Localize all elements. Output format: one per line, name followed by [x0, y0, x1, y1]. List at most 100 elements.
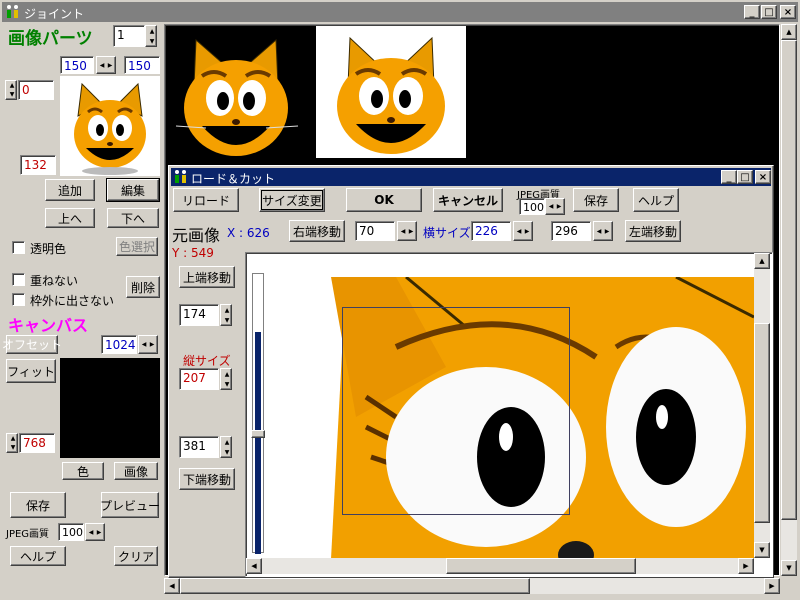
vertical-range-slider[interactable] [251, 273, 265, 554]
scroll-up-icon[interactable]: ▲ [754, 253, 770, 269]
add-button[interactable]: 追加 [45, 179, 95, 201]
width-size-spinner[interactable]: ◀ ▶ [513, 221, 533, 241]
part-x-field[interactable]: 0 [18, 80, 54, 100]
part-y-field[interactable]: 132 [20, 155, 56, 175]
scroll-thumb[interactable] [446, 558, 636, 574]
scroll-left-icon[interactable]: ◀ [164, 578, 180, 594]
preview-button[interactable]: プレビュー [100, 492, 160, 518]
resize-button[interactable]: サイズ変更 [259, 188, 325, 212]
scroll-thumb[interactable] [180, 578, 530, 594]
bottom-value-spinner[interactable]: ▲ ▼ [220, 436, 232, 458]
cancel-button[interactable]: キャンセル [433, 188, 503, 212]
spin-down-icon[interactable]: ▼ [146, 36, 158, 46]
ok-button[interactable]: OK [346, 188, 422, 212]
top-edge-move-button[interactable]: 上端移動 [179, 266, 235, 288]
maximize-button[interactable]: □ [761, 5, 777, 19]
main-horizontal-scrollbar[interactable]: ◀ ▶ [164, 578, 780, 594]
right-value-spinner[interactable]: ◀ ▶ [397, 221, 417, 241]
canvas-width-field[interactable]: 1024 [101, 335, 137, 354]
viewport-horizontal-scrollbar[interactable]: ◀ ▶ [246, 558, 754, 574]
canvas-cat-image-2[interactable] [316, 26, 466, 158]
color-button[interactable]: 色 [62, 462, 104, 480]
image-viewport[interactable]: ▲ ▼ ◀ ▶ [245, 252, 773, 577]
minimize-button[interactable]: _ [744, 5, 760, 19]
spin-up-icon[interactable]: ▲ [6, 81, 18, 90]
part-width-field[interactable]: 150 [60, 56, 94, 74]
canvas-height-field[interactable]: 768 [19, 433, 55, 453]
dialog-jpeg-quality-spinner[interactable]: ◀ ▶ [545, 198, 565, 215]
left-value-spinner[interactable]: ◀ ▶ [593, 221, 613, 241]
reload-button[interactable]: リロード [173, 188, 239, 212]
scroll-right-icon[interactable]: ▶ [764, 578, 780, 594]
scroll-thumb[interactable] [781, 40, 797, 520]
spin-right-icon[interactable]: ▶ [147, 336, 157, 353]
top-value-field[interactable]: 174 [179, 304, 219, 326]
vertical-range-thumb[interactable] [251, 430, 265, 438]
part-index-spinner[interactable]: ▲ ▼ [145, 25, 157, 47]
height-size-spinner[interactable]: ▲ ▼ [220, 368, 232, 390]
height-size-field[interactable]: 207 [179, 368, 219, 390]
color-select-button[interactable]: 色選択 [116, 237, 158, 256]
no-overlap-checkbox[interactable] [12, 273, 25, 286]
spin-right-icon[interactable]: ▶ [94, 524, 104, 540]
main-save-button[interactable]: 保存 [10, 492, 66, 518]
left-value-field[interactable]: 296 [551, 221, 591, 241]
canvas-preview[interactable] [60, 358, 160, 458]
scroll-thumb[interactable] [754, 323, 770, 523]
main-titlebar[interactable]: ジョイント _ □ × [2, 2, 798, 22]
delete-button[interactable]: 削除 [126, 276, 160, 298]
bottom-edge-move-button[interactable]: 下端移動 [179, 468, 235, 490]
dialog-jpeg-quality-field[interactable]: 100 [519, 198, 545, 215]
canvas-height-spinner[interactable]: ▲ ▼ [6, 433, 18, 453]
spin-right-icon[interactable]: ▶ [105, 57, 115, 73]
right-value-field[interactable]: 70 [355, 221, 395, 241]
spin-up-icon[interactable]: ▲ [7, 434, 19, 443]
offset-button[interactable]: オフセット [2, 335, 62, 354]
left-edge-move-button[interactable]: 左端移動 [625, 220, 681, 242]
right-edge-move-button[interactable]: 右端移動 [289, 220, 345, 242]
dialog-maximize-button[interactable]: □ [737, 170, 753, 184]
width-size-field[interactable]: 226 [471, 221, 511, 241]
spin-down-icon[interactable]: ▼ [221, 447, 233, 457]
clear-button[interactable]: クリア [114, 546, 158, 566]
dialog-save-button[interactable]: 保存 [573, 188, 619, 212]
spin-right-icon[interactable]: ▶ [406, 222, 416, 240]
part-height-field[interactable]: 150 [124, 56, 160, 74]
spin-right-icon[interactable]: ▶ [554, 199, 564, 214]
dialog-minimize-button[interactable]: _ [721, 170, 737, 184]
viewport-vertical-scrollbar[interactable]: ▲ ▼ [754, 253, 770, 558]
spin-right-icon[interactable]: ▶ [522, 222, 532, 240]
jpeg-quality-spinner[interactable]: ◀ ▶ [85, 523, 105, 541]
spin-up-icon[interactable]: ▲ [221, 437, 233, 447]
crop-selection-rectangle[interactable] [342, 307, 570, 515]
jpeg-quality-field[interactable]: 100 [58, 523, 84, 541]
scroll-up-icon[interactable]: ▲ [781, 24, 797, 40]
edit-button[interactable]: 編集 [106, 178, 160, 202]
dialog-close-button[interactable]: × [755, 170, 771, 184]
part-index-field[interactable]: 1 [113, 25, 145, 47]
dialog-help-button[interactable]: ヘルプ [633, 188, 679, 212]
spin-up-icon[interactable]: ▲ [146, 26, 158, 36]
part-width-spinner[interactable]: ◀ ▶ [96, 56, 116, 74]
main-vertical-scrollbar[interactable]: ▲ ▼ [781, 24, 797, 576]
spin-up-icon[interactable]: ▲ [221, 305, 233, 315]
no-outside-checkbox[interactable] [12, 293, 25, 306]
spin-down-icon[interactable]: ▼ [6, 90, 18, 99]
image-button[interactable]: 画像 [114, 462, 158, 480]
dialog-titlebar[interactable]: ロード＆カット _ □ × [171, 168, 771, 186]
spin-up-icon[interactable]: ▲ [221, 369, 233, 379]
canvas-cat-image-1[interactable] [166, 26, 306, 161]
spin-right-icon[interactable]: ▶ [602, 222, 612, 240]
spin-down-icon[interactable]: ▼ [221, 315, 233, 325]
spin-down-icon[interactable]: ▼ [7, 443, 19, 452]
transparent-checkbox[interactable] [12, 241, 25, 254]
bottom-value-field[interactable]: 381 [179, 436, 219, 458]
canvas-width-spinner[interactable]: ◀ ▶ [138, 335, 158, 354]
scroll-down-icon[interactable]: ▼ [754, 542, 770, 558]
scroll-right-icon[interactable]: ▶ [738, 558, 754, 574]
top-value-spinner[interactable]: ▲ ▼ [220, 304, 232, 326]
move-down-button[interactable]: 下へ [107, 208, 159, 228]
part-preview-image[interactable] [60, 76, 160, 176]
close-button[interactable]: × [780, 5, 796, 19]
main-help-button[interactable]: ヘルプ [10, 546, 66, 566]
